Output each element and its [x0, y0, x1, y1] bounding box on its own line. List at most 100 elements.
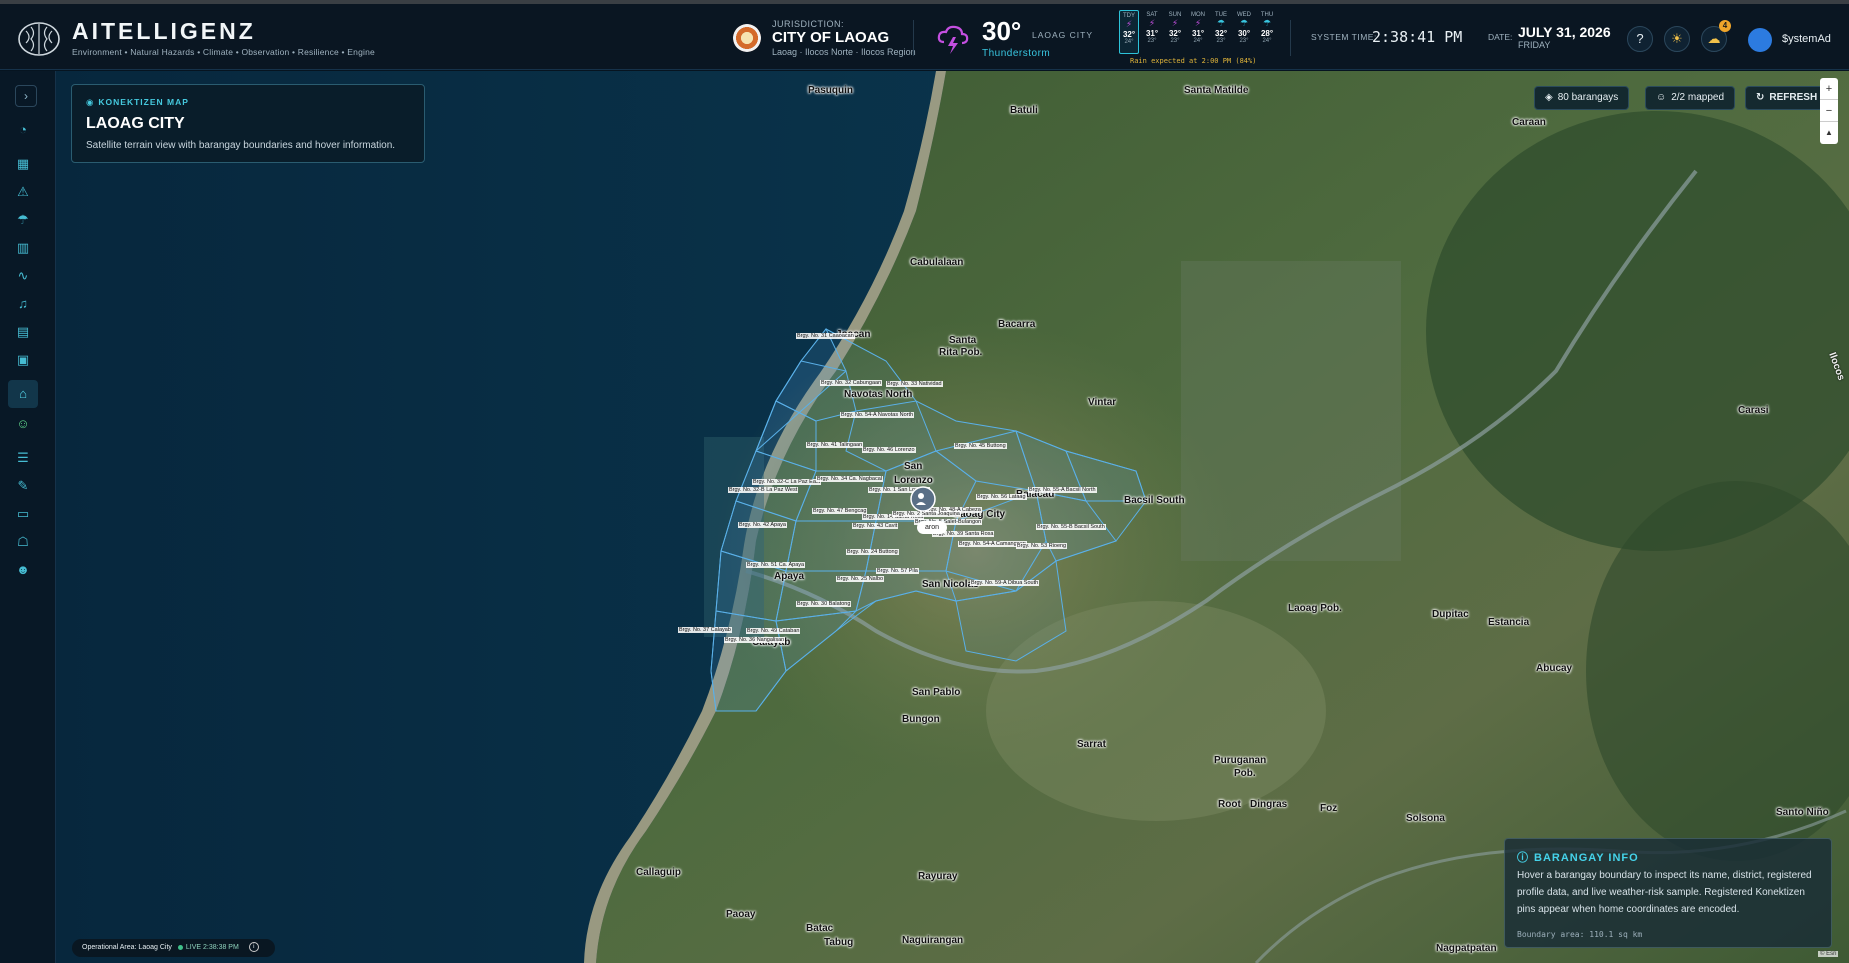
sidebar-item-records[interactable]: ☰ — [12, 447, 34, 469]
map-place-label: Naguirangan — [902, 935, 964, 946]
map-title: LAOAG CITY — [86, 115, 185, 132]
forecast-low: 23° — [1216, 38, 1226, 44]
barangay-label[interactable]: Brgy. No. 55-A Bacsil North — [1028, 487, 1097, 493]
konektizen-pin-icon[interactable] — [908, 484, 938, 514]
satellite-map-canvas[interactable] — [56, 71, 1849, 963]
weather-condition: Thunderstorm — [982, 48, 1051, 59]
sidebar-item-weather[interactable]: ☂ — [12, 209, 34, 231]
operational-area: Operational Area: Laoag City — [82, 944, 172, 951]
rain-icon: ☂ — [1239, 18, 1249, 28]
barangay-label[interactable]: Brgy. No. 42 Apaya — [738, 522, 787, 528]
barangay-label[interactable]: Brgy. No. 45 Buttong — [954, 443, 1007, 449]
barangay-label[interactable]: Brgy. No. 32 Cabungaan — [820, 380, 883, 386]
barangay-label[interactable]: Brgy. No. 47 Bengcag — [812, 508, 868, 514]
map-place-label: Batuli — [1010, 105, 1038, 116]
sidebar-item-tasks[interactable]: ✎ — [12, 475, 34, 497]
weather-city: LAOAG CITY — [1032, 30, 1094, 40]
sun-icon: ☀ — [1671, 31, 1683, 46]
map-place-label: Sarrat — [1077, 739, 1106, 750]
dashboard-icon: ◔ — [19, 122, 27, 137]
mapped-count-chip: ☺ 2/2 mapped — [1645, 86, 1736, 110]
theme-toggle-button[interactable]: ☀ — [1664, 26, 1690, 52]
barangay-label[interactable]: Brgy. No. 24 Buttong — [846, 549, 899, 555]
barangay-label[interactable]: Brgy. No. 25 Nalbo — [836, 576, 885, 582]
sidebar-item-dashboard[interactable]: ◔ — [12, 119, 34, 141]
barangay-label[interactable]: Brgy. No. 59-A Dibua South — [970, 580, 1040, 586]
map-place-label: Caraan — [1512, 117, 1546, 128]
users-icon: ☻ — [16, 562, 30, 577]
barangay-label[interactable]: Brgy. No. 30 Balatong — [796, 601, 852, 607]
map-place-label: San Pablo — [912, 687, 961, 698]
konektizen-pin-label[interactable]: aron — [917, 521, 947, 534]
boundary-area: Boundary area: 110.1 sq km — [1517, 930, 1643, 939]
brand-tagline: Environment • Natural Hazards • Climate … — [72, 47, 375, 57]
tasks-icon: ✎ — [17, 478, 29, 493]
barangay-label[interactable]: Brgy. No. 37 Calayab — [678, 627, 732, 633]
sidebar-item-reports[interactable]: ▤ — [12, 321, 34, 343]
barangay-label[interactable]: Brgy. No. 49 Cataban — [746, 628, 801, 634]
map-view[interactable]: Pasuquin Batuli Santa Matilde Caraan Cabulal… — [56, 71, 1849, 963]
sidebar-item-monitoring[interactable]: ∿ — [12, 265, 34, 287]
barangay-label[interactable]: Brgy. No. 46 Lorenzo — [862, 447, 916, 453]
info-icon[interactable]: i — [248, 942, 259, 953]
map-place-label: Dingras — [1250, 799, 1288, 810]
map-place-label: Apaya — [774, 571, 805, 582]
barangay-label[interactable]: Brgy. No. 32-B La Paz West — [728, 487, 799, 493]
barangay-label[interactable]: Brgy. No. 51 Ca. Apaya — [746, 562, 806, 568]
user-name[interactable]: $ystemAd — [1782, 33, 1831, 45]
barangay-label[interactable]: Brgy. No. 31 Caaoacan — [796, 333, 855, 339]
barangay-label[interactable]: Brgy. No. 36 Nangalisan — [724, 637, 786, 643]
barangay-label[interactable]: Brgy. No. 41 Talingaan — [806, 442, 864, 448]
sidebar-item-overview[interactable]: ▦ — [12, 153, 34, 175]
barangay-label[interactable]: Brgy. No. 55-B Bacsil South — [1036, 524, 1106, 530]
overview-icon: ▦ — [16, 156, 30, 171]
map-description: Satellite terrain view with barangay bou… — [86, 140, 396, 151]
sidebar-item-inventory[interactable]: ▭ — [12, 503, 34, 525]
refresh-label: REFRESH — [1769, 92, 1818, 103]
alerts-count-badge: 4 — [1719, 20, 1731, 32]
sidebar-item-robot[interactable]: ☖ — [12, 531, 34, 553]
sidebar-item-konektizen[interactable]: ☺ — [12, 413, 34, 435]
map-place-label: Foz — [1320, 803, 1338, 814]
map-place-label: Batac — [806, 923, 834, 934]
sidebar-item-resources[interactable]: ▣ — [12, 349, 34, 371]
barangay-label[interactable]: Brgy. No. 56 Lataag — [976, 494, 1027, 500]
map-place-label: Carasi — [1738, 405, 1769, 416]
barangay-label[interactable]: Brgy. No. 32-C La Paz East — [752, 479, 822, 485]
sidebar-item-maps[interactable]: ▥ — [12, 237, 34, 259]
barangay-label[interactable]: Brgy. No. 33 Natividad — [886, 381, 943, 387]
live-time: LIVE 2:38:38 PM — [185, 944, 239, 951]
map-place-label: Puruganan — [1214, 755, 1267, 766]
barangay-label[interactable]: Brgy. No. 53 Rioeng — [1016, 543, 1068, 549]
storm-icon: ⚡ — [1194, 18, 1202, 28]
sidebar-item-hazards[interactable]: ⚠ — [12, 181, 34, 203]
map-place-label: Callaguip — [636, 867, 682, 878]
help-button[interactable]: ? — [1627, 26, 1653, 52]
refresh-button[interactable]: ↻ REFRESH — [1745, 86, 1829, 110]
sidebar-item-users[interactable]: ☻ — [12, 559, 34, 581]
sidebar-toggle-button[interactable]: › — [15, 85, 37, 107]
barangay-label[interactable]: Brgy. No. 43 Cavit — [852, 523, 899, 529]
sidebar-item-konektizen-map[interactable]: ⌂ — [8, 380, 38, 408]
forecast-day: MON ⚡ 31° 24° — [1188, 10, 1208, 54]
map-place-label: Nagpatpatan — [1436, 943, 1497, 954]
barangay-label[interactable]: Brgy. No. 34 Ca. Nagbacal — [816, 476, 884, 482]
barangay-label[interactable]: Brgy. No. 54-A Navotas North — [840, 412, 915, 418]
barangay-label[interactable]: Brgy. No. 57 Pila — [876, 568, 919, 574]
brain-logo-icon — [18, 22, 60, 56]
monitoring-icon: ∿ — [17, 268, 29, 283]
forecast-high: 30° — [1237, 29, 1251, 38]
zoom-out-button[interactable]: − — [1820, 100, 1838, 122]
zoom-in-button[interactable]: + — [1820, 78, 1838, 100]
sidebar-item-alerts[interactable]: ♫ — [12, 293, 34, 315]
map-attribution[interactable]: © Esri — [1818, 951, 1839, 957]
system-time: 2:38:41 PM — [1372, 28, 1463, 46]
current-weekday: FRIDAY — [1518, 40, 1551, 50]
date-label: DATE: — [1488, 32, 1513, 42]
maps-icon: ▥ — [16, 240, 30, 255]
brand-name: AITELLIGENZ — [72, 18, 256, 44]
user-avatar[interactable] — [1748, 28, 1772, 52]
storm-icon: ⚡ — [1148, 18, 1156, 28]
compass-button[interactable]: ▲ — [1820, 122, 1838, 144]
map-place-label: Rita Pob. — [939, 347, 983, 358]
